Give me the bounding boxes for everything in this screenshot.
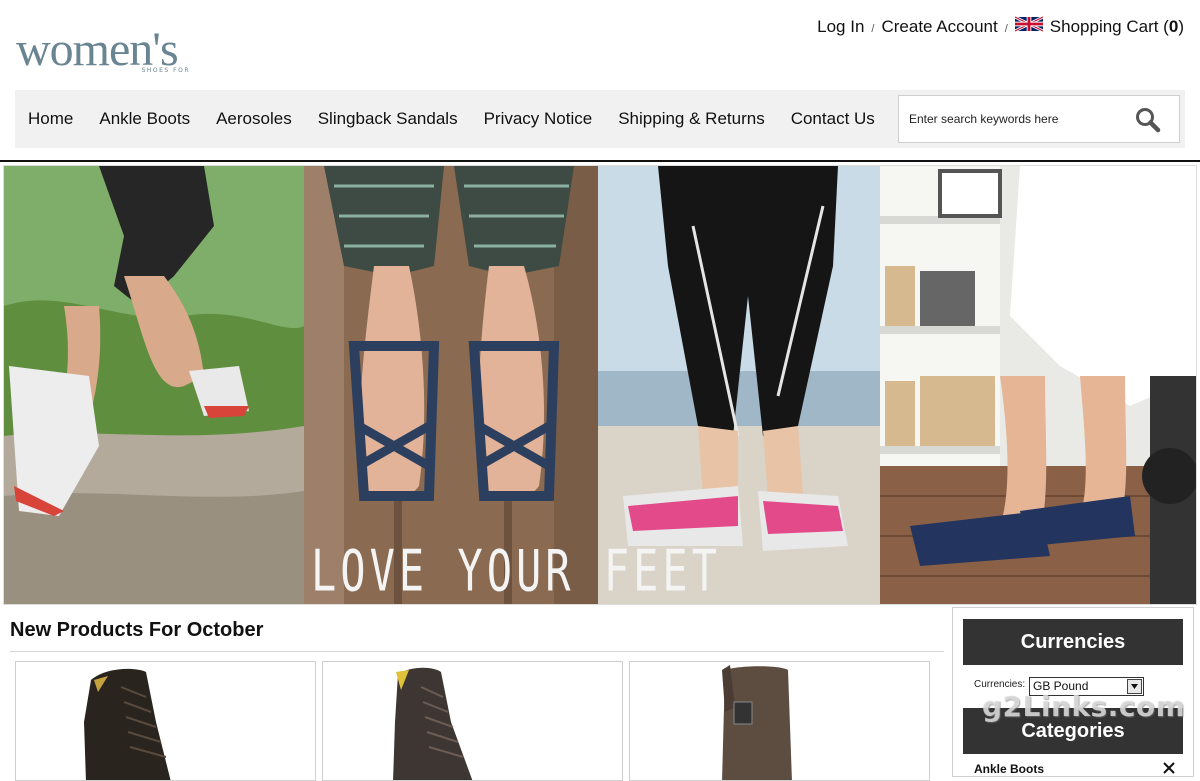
nav-item-ankle-boots[interactable]: Ankle Boots xyxy=(86,109,203,129)
category-ankle-boots[interactable]: Ankle Boots xyxy=(974,762,1044,776)
create-account-link[interactable]: Create Account xyxy=(881,17,997,37)
separator: / xyxy=(871,23,875,35)
currencies-label: Currencies: xyxy=(974,679,1026,690)
nav-items: Home Ankle Boots Aerosoles Slingback San… xyxy=(15,90,888,148)
section-divider xyxy=(10,651,944,652)
product-card[interactable] xyxy=(322,661,623,781)
hero-caption: LOVE YOUR FEET xyxy=(311,538,722,605)
product-card[interactable] xyxy=(629,661,930,781)
hero-panel-runner xyxy=(4,166,304,604)
nav-item-slingback-sandals[interactable]: Slingback Sandals xyxy=(305,109,471,129)
product-image-black-boot[interactable] xyxy=(16,662,316,781)
site-logo[interactable]: women's SHOES FOR xyxy=(16,26,198,82)
nav-item-home[interactable]: Home xyxy=(15,109,86,129)
search-icon[interactable] xyxy=(1133,106,1163,134)
header-divider xyxy=(0,160,1200,162)
close-icon[interactable] xyxy=(1161,760,1177,776)
search-box xyxy=(898,95,1180,143)
separator: / xyxy=(1004,23,1008,35)
nav-item-aerosoles[interactable]: Aerosoles xyxy=(203,109,305,129)
product-image-pull-on-boot[interactable] xyxy=(630,662,930,781)
cart-label: Shopping Cart ( xyxy=(1049,17,1169,36)
cart-count: 0 xyxy=(1168,17,1179,36)
top-links: Log In / Create Account / Shopping Cart … xyxy=(817,16,1184,38)
nav-item-shipping-returns[interactable]: Shipping & Returns xyxy=(605,109,777,129)
watermark: g2Links.com xyxy=(982,690,1186,723)
hero-panel-office xyxy=(880,166,1196,604)
nav-item-privacy-notice[interactable]: Privacy Notice xyxy=(471,109,606,129)
product-card[interactable] xyxy=(15,661,316,781)
section-title: New Products For October xyxy=(10,619,264,641)
currencies-heading: Currencies xyxy=(963,619,1183,665)
nav-item-contact-us[interactable]: Contact Us xyxy=(778,109,888,129)
uk-flag-icon[interactable] xyxy=(1014,16,1043,32)
main-navigation: Home Ankle Boots Aerosoles Slingback San… xyxy=(15,90,1185,148)
shopping-cart-link[interactable]: Shopping Cart (0) xyxy=(1050,17,1184,37)
search-input[interactable] xyxy=(909,108,1124,130)
product-image-brown-boot[interactable] xyxy=(323,662,623,781)
login-link[interactable]: Log In xyxy=(817,17,864,37)
site-header: women's SHOES FOR Log In / Create Accoun… xyxy=(0,0,1200,90)
hero-banner[interactable]: LOVE YOUR FEET xyxy=(3,165,1197,605)
cart-close-paren: ) xyxy=(1178,17,1184,36)
logo-subtext: SHOES FOR xyxy=(141,67,190,74)
